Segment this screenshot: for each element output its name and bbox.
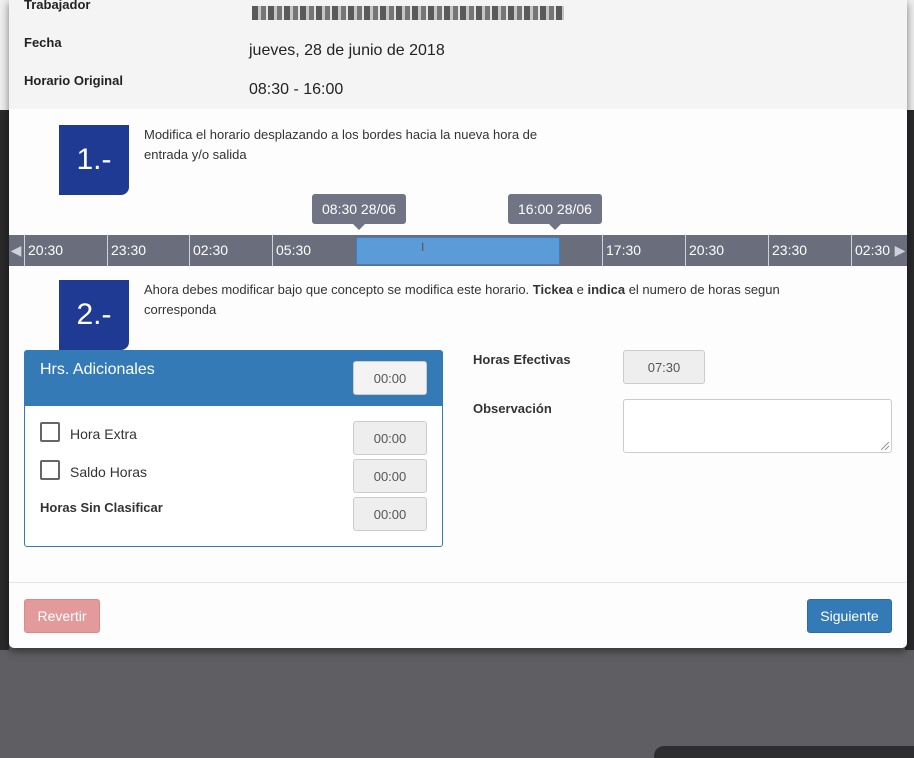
info-header: Trabajador Fecha jueves, 28 de junio de … [9, 0, 907, 109]
background-page-left-dark [0, 110, 9, 650]
step-1-text: Modifica el horario desplazando a los bo… [144, 127, 538, 162]
step-2-badge: 2.- [59, 280, 129, 350]
end-time-tooltip: 16:00 28/06 [508, 194, 602, 230]
observation-label: Observación [473, 401, 552, 416]
panel-header: Hrs. Adicionales 00:00 [25, 351, 442, 406]
timeline-tick: 05:30 [272, 235, 311, 266]
revert-button[interactable]: Revertir [24, 599, 100, 633]
schedule-value: 08:30 - 16:00 [249, 81, 344, 98]
effective-hours-label: Horas Efectivas [473, 352, 571, 367]
timeline-tick: 20:30 [24, 235, 63, 266]
start-time-tooltip: 08:30 28/06 [312, 194, 406, 230]
timeline-tick: 23:30 [107, 235, 146, 266]
saldo-horas-input[interactable]: 00:00 [353, 459, 427, 493]
resize-grip-icon[interactable] [881, 442, 889, 450]
schedule-label: Horario Original [24, 73, 123, 88]
footer-divider [9, 582, 907, 583]
hora-extra-label: Hora Extra [70, 426, 137, 442]
hora-extra-checkbox[interactable] [40, 422, 60, 442]
timeline-tick: 17:30 [602, 235, 641, 266]
schedule-timeline[interactable]: ◀ 20:30 23:30 02:30 05:30 17:30 20:30 23… [9, 235, 907, 266]
background-page-left [0, 0, 9, 110]
sin-clasificar-label: Horas Sin Clasificar [40, 500, 163, 515]
selected-time-range[interactable] [356, 237, 560, 265]
date-value: jueves, 28 de junio de 2018 [249, 42, 445, 59]
additional-hours-total-field: 00:00 [353, 361, 427, 395]
panel-title: Hrs. Adicionales [40, 361, 155, 378]
hora-extra-input[interactable]: 00:00 [353, 421, 427, 455]
timeline-left-arrow-icon[interactable]: ◀ [9, 235, 23, 266]
timeline-tick: 23:30 [768, 235, 807, 266]
next-button[interactable]: Siguiente [807, 599, 892, 633]
timeline-tick: 02:30 [189, 235, 228, 266]
timeline-tick: 20:30 [685, 235, 724, 266]
saldo-horas-label: Saldo Horas [70, 464, 148, 480]
saldo-horas-checkbox[interactable] [40, 460, 60, 480]
worker-name-redacted [252, 6, 564, 20]
worker-label: Trabajador [24, 0, 91, 12]
observation-textarea[interactable] [623, 399, 892, 453]
timeline-right-arrow-icon[interactable]: ▶ [893, 235, 907, 266]
date-label: Fecha [24, 35, 62, 50]
text-cursor-icon: I [421, 240, 425, 254]
timeline-tick: 02:30 [851, 235, 890, 266]
schedule-modal: Trabajador Fecha jueves, 28 de junio de … [9, 0, 907, 648]
effective-hours-field: 07:30 [623, 350, 705, 384]
step-2-text: Ahora debes modificar bajo que concepto … [144, 282, 780, 317]
sin-clasificar-field: 00:00 [353, 497, 427, 531]
additional-hours-panel: Hrs. Adicionales 00:00 Hora Extra 00:00 … [24, 350, 443, 547]
step-1-badge: 1.- [59, 125, 129, 195]
background-bottom-bar [654, 746, 914, 758]
